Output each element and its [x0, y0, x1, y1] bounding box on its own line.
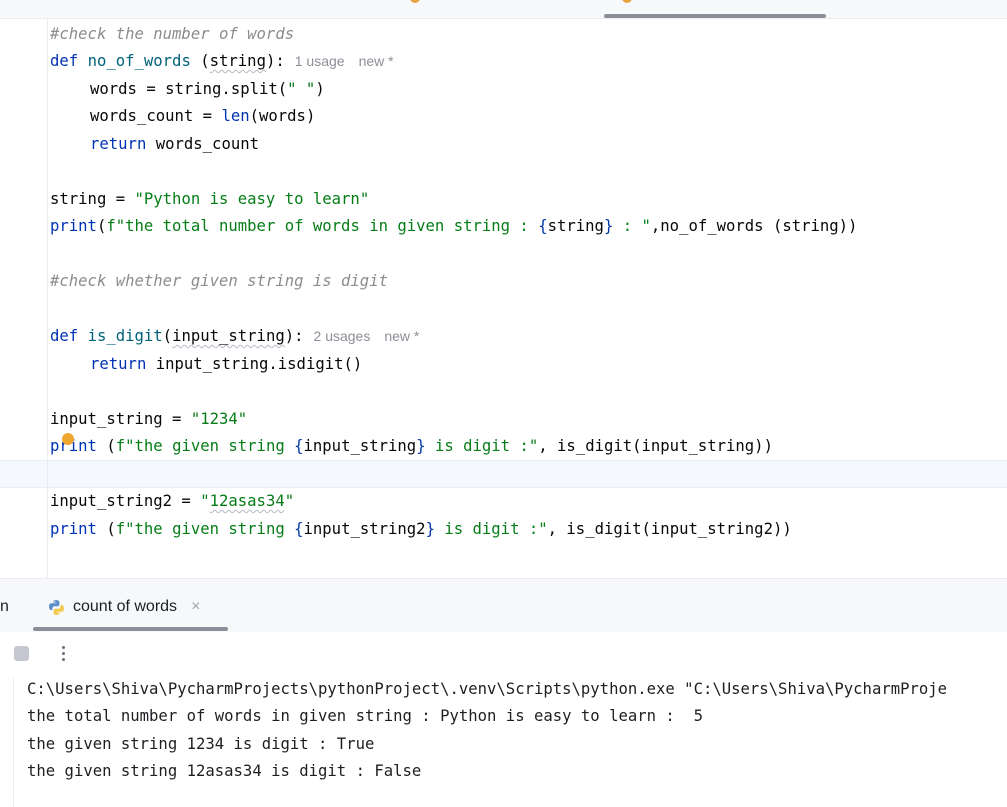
- author-hint[interactable]: new *: [359, 53, 394, 69]
- run-toolbar: [0, 632, 1007, 675]
- console-line: the given string 1234 is digit : True: [27, 735, 375, 753]
- code-line[interactable]: print (f"the given string {input_string}…: [50, 435, 773, 457]
- parameter: string: [209, 52, 266, 70]
- author-hint[interactable]: new *: [384, 328, 419, 344]
- file-icon: [410, 0, 420, 3]
- parameter: input_string: [172, 327, 285, 345]
- caret-row-highlight: [0, 460, 1007, 488]
- more-options-icon[interactable]: [54, 642, 72, 664]
- fstring-literal: f"the total number of words in given str…: [106, 217, 539, 235]
- python-icon: [49, 599, 64, 615]
- fstring-literal: f"the given string: [115, 437, 295, 455]
- code-line[interactable]: input_string = "1234": [50, 408, 247, 430]
- comment: #check whether given string is digit: [50, 272, 388, 290]
- code-text: input_string =: [50, 410, 191, 428]
- code-text: , is_digit(input_string)): [538, 437, 773, 455]
- console-output[interactable]: C:\Users\Shiva\PycharmProjects\pythonPro…: [0, 676, 1007, 807]
- run-tool-window-header: n count of words ×: [0, 578, 1007, 633]
- editor-tab-strip: [0, 0, 1007, 19]
- code-line[interactable]: words_count = len(words): [90, 105, 315, 127]
- keyword: return: [90, 355, 147, 373]
- code-text: (: [96, 437, 116, 455]
- run-config-tab[interactable]: count of words ×: [48, 596, 200, 618]
- code-text: ):: [284, 327, 304, 345]
- code-text: string =: [50, 190, 135, 208]
- usage-hint[interactable]: 1 usage: [295, 53, 345, 69]
- code-line[interactable]: def no_of_words (string): 1 usage new *: [50, 50, 394, 72]
- builtin-function: print: [50, 217, 97, 235]
- active-run-tab-indicator: [33, 627, 228, 631]
- code-line[interactable]: #check the number of words: [50, 23, 294, 45]
- intention-bulb-icon[interactable]: [62, 433, 74, 445]
- code-line[interactable]: return input_string.isdigit(): [90, 353, 362, 375]
- code-text: (: [96, 217, 107, 235]
- fstring-literal: f"the given string: [115, 520, 295, 538]
- keyword: def: [50, 52, 79, 70]
- console-line: the given string 12asas34 is digit : Fal…: [27, 762, 422, 780]
- run-tool-window-title: n: [0, 598, 9, 615]
- string-literal: "1234": [190, 410, 248, 428]
- string-literal: 12asas34: [209, 492, 285, 510]
- code-text: words = string.split(: [90, 80, 288, 98]
- code-line[interactable]: print(f"the total number of words in giv…: [50, 215, 857, 237]
- code-text: input_string.isdigit(): [146, 355, 363, 373]
- close-icon[interactable]: ×: [191, 598, 200, 616]
- fstring-expression: input_string2: [303, 520, 426, 538]
- code-text: input_string2 =: [50, 492, 201, 510]
- code-line[interactable]: return words_count: [90, 133, 259, 155]
- string-literal: ": [284, 492, 295, 510]
- fstring-literal: is digit :": [434, 520, 548, 538]
- function-name: is_digit: [87, 327, 163, 345]
- code-text: (words): [249, 107, 316, 125]
- comment: #check the number of words: [50, 25, 295, 43]
- usage-hint[interactable]: 2 usages: [314, 328, 371, 344]
- keyword: def: [50, 327, 79, 345]
- fstring-expression: string: [547, 217, 604, 235]
- code-text: (: [96, 520, 116, 538]
- code-text: ,no_of_words (string)): [650, 217, 858, 235]
- fstring-expression: input_string: [303, 437, 417, 455]
- keyword: return: [90, 135, 147, 153]
- console-line: the total number of words in given strin…: [27, 707, 703, 725]
- code-text: words_count: [146, 135, 260, 153]
- code-line[interactable]: string = "Python is easy to learn": [50, 188, 369, 210]
- stop-icon[interactable]: [14, 646, 29, 661]
- fstring-literal: : ": [613, 217, 651, 235]
- builtin-function: len: [221, 107, 250, 125]
- string-literal: ": [200, 492, 210, 510]
- code-line[interactable]: print (f"the given string {input_string2…: [50, 518, 792, 540]
- line-number-gutter: [0, 19, 48, 578]
- code-editor[interactable]: #check the number of words def no_of_wor…: [0, 19, 1007, 578]
- string-literal: " ": [287, 80, 316, 98]
- code-text: ): [315, 80, 325, 98]
- code-line[interactable]: words = string.split(" "): [90, 78, 325, 100]
- console-line: C:\Users\Shiva\PycharmProjects\pythonPro…: [27, 680, 948, 698]
- active-tab-indicator: [604, 14, 826, 18]
- code-line[interactable]: #check whether given string is digit: [50, 270, 388, 292]
- function-name: no_of_words: [87, 52, 191, 70]
- code-text: words_count =: [90, 107, 222, 125]
- code-text: ):: [265, 52, 285, 70]
- file-icon: [622, 0, 632, 3]
- builtin-function: print: [50, 520, 97, 538]
- editor-tab-partial[interactable]: [2, 0, 6, 4]
- run-tab-label: count of words: [73, 598, 178, 615]
- code-line[interactable]: def is_digit(input_string): 2 usages new *: [50, 325, 419, 347]
- string-literal: "Python is easy to learn": [134, 190, 370, 208]
- fstring-literal: is digit :": [425, 437, 539, 455]
- code-text: , is_digit(input_string2)): [547, 520, 792, 538]
- code-line[interactable]: input_string2 = "12asas34": [50, 490, 294, 512]
